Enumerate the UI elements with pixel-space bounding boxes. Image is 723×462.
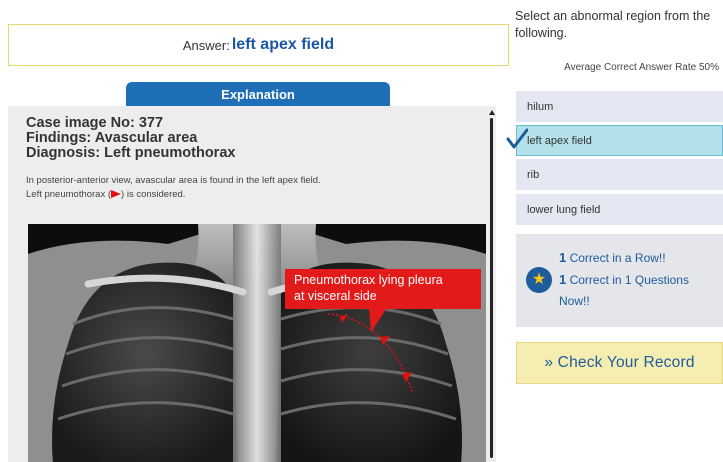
scroll-up-arrow-icon[interactable] [489, 110, 495, 115]
answer-value: left apex field [231, 36, 335, 53]
total-line: 1 Correct in 1 Questions [559, 272, 689, 288]
callout-line2: at visceral side [294, 289, 377, 303]
score-box: ★ 1 Correct in a Row!! 1 Correct in 1 Qu… [516, 234, 723, 327]
option-hilum[interactable]: hilum [516, 91, 723, 122]
option-lower-lung-field[interactable]: lower lung field [516, 194, 723, 225]
option-label: left apex field [527, 134, 592, 147]
scroll-thumb[interactable] [490, 118, 493, 458]
red-arrowhead-icon [111, 190, 122, 199]
streak-text: Correct in a Row!! [566, 251, 666, 265]
average-correct-rate: Average Correct Answer Rate 50% [564, 62, 719, 73]
option-label: rib [527, 168, 540, 181]
case-description-line2: Left pneumothorax ( ) is considered. [26, 188, 321, 202]
option-label: lower lung field [527, 203, 601, 216]
option-label: hilum [527, 100, 554, 113]
answer-prefix: Answer: [182, 37, 230, 53]
answer-box: Answer: left apex field [8, 24, 509, 66]
chest-xray-graphic [28, 224, 486, 462]
check-your-record-button[interactable]: » Check Your Record [516, 342, 723, 384]
streak-line: 1 Correct in a Row!! [559, 250, 666, 266]
option-left-apex-field[interactable]: left apex field [516, 125, 723, 156]
total-text: Correct in 1 Questions [566, 273, 689, 287]
case-description-line1: In posterior-anterior view, avascular ar… [26, 175, 321, 186]
callout-line1: Pneumothorax lying pleura [294, 273, 443, 287]
case-image-number: Case image No: 377 [26, 115, 164, 131]
now-line: Now!! [559, 294, 590, 308]
case-description: In posterior-anterior view, avascular ar… [26, 174, 321, 202]
check-icon [506, 128, 528, 149]
case-description-line2-before: Left pneumothorax ( [26, 189, 112, 200]
case-description-line2-after: ) is considered. [121, 189, 186, 200]
question-prompt: Select an abnormal region from the follo… [515, 9, 711, 40]
case-diagnosis: Diagnosis: Left pneumothorax [26, 145, 236, 161]
case-header: Case image No: 377 Findings: Avascular a… [26, 116, 235, 161]
case-findings: Findings: Avascular area [26, 130, 198, 146]
star-badge-icon: ★ [526, 267, 552, 293]
explanation-tab[interactable]: Explanation [126, 82, 390, 106]
chest-xray-image [28, 224, 486, 462]
option-rib[interactable]: rib [516, 159, 723, 190]
xray-callout: Pneumothorax lying pleura at visceral si… [285, 269, 481, 309]
panel-scrollbar[interactable] [489, 110, 495, 462]
